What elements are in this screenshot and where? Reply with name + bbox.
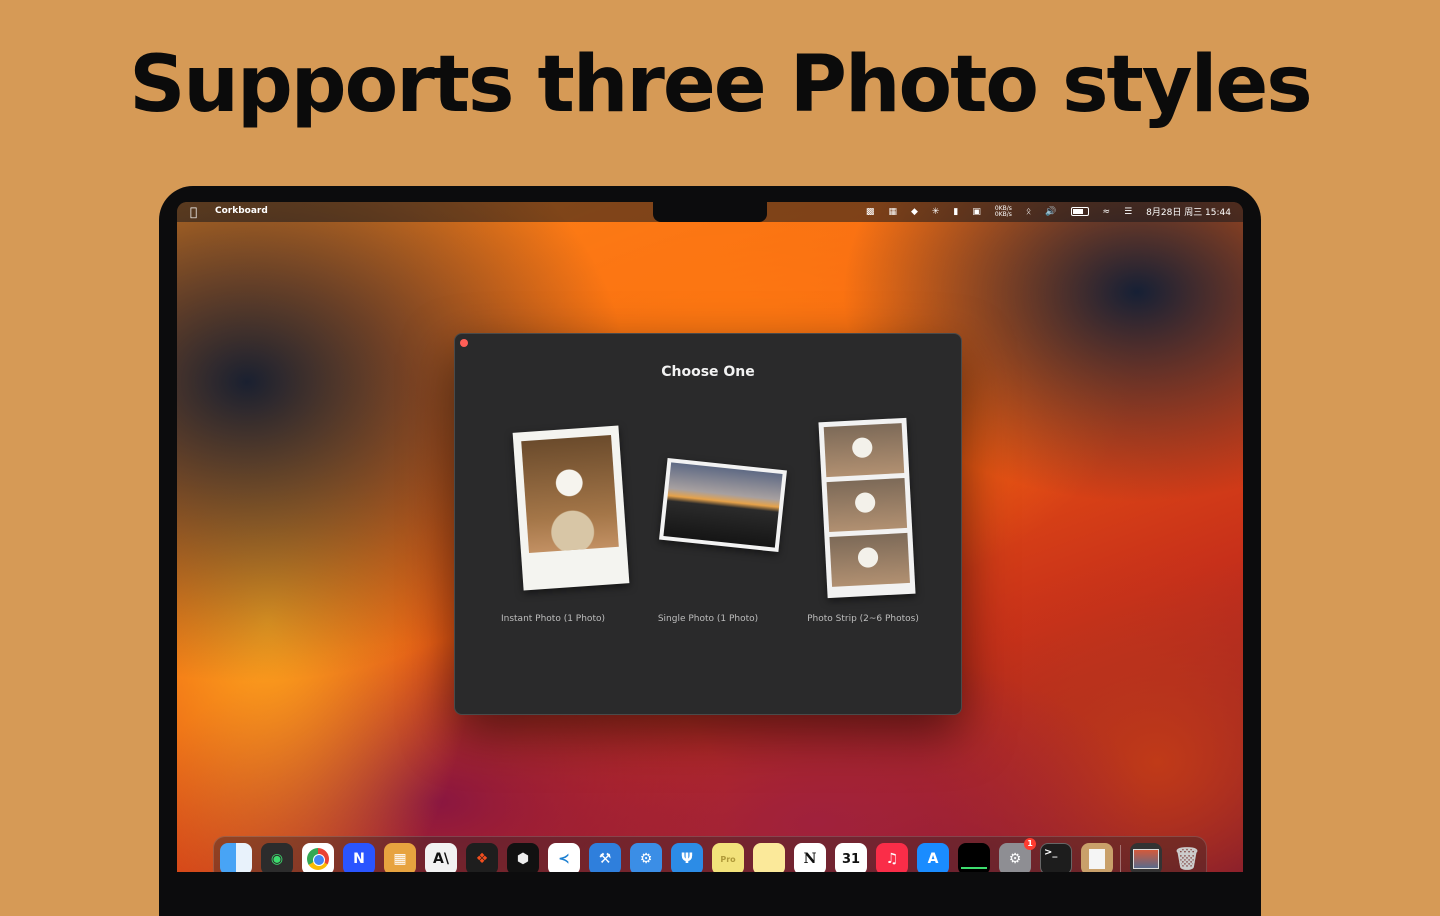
- option-photo-strip[interactable]: Photo Strip (2~6 Photos): [783, 414, 943, 624]
- control-center-icon[interactable]: ☰: [1124, 207, 1132, 217]
- stickies-icon[interactable]: [753, 843, 785, 872]
- option-label: Single Photo (1 Photo): [657, 614, 759, 624]
- anthropic-icon[interactable]: A\: [425, 843, 457, 872]
- battery-icon[interactable]: [1070, 207, 1089, 216]
- simulator-icon[interactable]: ⚙: [630, 843, 662, 872]
- chrome-icon[interactable]: [302, 843, 334, 872]
- figma-icon[interactable]: ❖: [466, 843, 498, 872]
- dock: ◉ N ▦ A\ ❖ ⬢ ≺ ⚒ ⚙ Ψ Pro N 31 ♫ A ⚙ 1 >_ …: [213, 836, 1207, 872]
- option-instant-photo[interactable]: Instant Photo (1 Photo): [473, 414, 633, 624]
- status-area: ▩ ▦ ◆ ✳ ▮ ▣ 0KB/s 0KB/s ᛟ 🔊 ≈ ☰ 8月28日 周三…: [866, 205, 1231, 218]
- wechat-icon[interactable]: ◉: [261, 843, 293, 872]
- preview-icon[interactable]: [1081, 843, 1113, 872]
- finder-icon[interactable]: [220, 843, 252, 872]
- strip-photo: [829, 532, 910, 587]
- choose-dialog: Choose One Instant Photo (1 Photo) Singl…: [454, 333, 962, 715]
- headline: Supports three Photo styles: [129, 40, 1312, 130]
- desktop-screen:  Corkboard ▩ ▦ ◆ ✳ ▮ ▣ 0KB/s 0KB/s ᛟ 🔊 …: [177, 202, 1243, 872]
- screenshot-icon[interactable]: [1130, 843, 1162, 872]
- strip-photo: [826, 477, 908, 533]
- photo-strip-preview: [818, 417, 916, 599]
- option-label: Photo Strip (2~6 Photos): [807, 614, 919, 624]
- single-photo-preview: [659, 457, 787, 553]
- option-single-photo[interactable]: Single Photo (1 Photo): [628, 414, 788, 624]
- fork-icon[interactable]: Ψ: [671, 843, 703, 872]
- dialog-title: Choose One: [661, 364, 755, 380]
- close-button[interactable]: [460, 339, 468, 347]
- sunset-photo: [663, 462, 783, 548]
- vscode-icon[interactable]: ≺: [548, 843, 580, 872]
- phone-status-icon[interactable]: ▮: [953, 207, 958, 217]
- drop-status-icon[interactable]: ◆: [911, 207, 918, 217]
- cube-icon[interactable]: ⬢: [507, 843, 539, 872]
- xcode-icon[interactable]: ⚒: [589, 843, 621, 872]
- figma-status-icon[interactable]: ▩: [866, 207, 875, 217]
- stickies-pro-icon[interactable]: Pro: [712, 843, 744, 872]
- messages-icon[interactable]: ▦: [384, 843, 416, 872]
- noteship-icon[interactable]: N: [343, 843, 375, 872]
- strip-photo: [823, 423, 905, 478]
- settings-badge: 1: [1024, 838, 1036, 850]
- instant-photo-preview: [512, 425, 630, 591]
- trash-icon[interactable]: 🗑: [1171, 843, 1203, 872]
- app-name[interactable]: Corkboard: [215, 206, 268, 216]
- notion-icon[interactable]: N: [794, 843, 826, 872]
- camera-notch: [653, 202, 767, 222]
- option-label: Instant Photo (1 Photo): [500, 614, 605, 624]
- sun-status-icon[interactable]: ✳: [932, 207, 940, 217]
- app-store-icon[interactable]: A: [917, 843, 949, 872]
- music-icon[interactable]: ♫: [876, 843, 908, 872]
- laptop-frame:  Corkboard ▩ ▦ ◆ ✳ ▮ ▣ 0KB/s 0KB/s ᛟ 🔊 …: [159, 186, 1261, 916]
- net-down: 0KB/s: [994, 210, 1012, 218]
- volume-icon[interactable]: 🔊: [1045, 207, 1056, 217]
- bluetooth-icon[interactable]: ᛟ: [1026, 207, 1031, 217]
- dock-separator: [1120, 845, 1121, 872]
- layout-status-icon[interactable]: ▦: [888, 207, 897, 217]
- system-settings-icon[interactable]: ⚙ 1: [999, 838, 1036, 872]
- wifi-icon[interactable]: ≈: [1103, 207, 1111, 217]
- drive-status-icon[interactable]: ▣: [972, 207, 981, 217]
- activity-monitor-icon[interactable]: [958, 843, 990, 872]
- clock[interactable]: 8月28日 周三 15:44: [1146, 205, 1231, 218]
- terminal-icon[interactable]: >_: [1040, 843, 1072, 872]
- calendar-icon[interactable]: 31: [835, 843, 867, 872]
- apple-menu-icon[interactable]: : [190, 205, 197, 219]
- network-speed[interactable]: 0KB/s 0KB/s: [994, 205, 1012, 218]
- dog-photo: [521, 435, 619, 554]
